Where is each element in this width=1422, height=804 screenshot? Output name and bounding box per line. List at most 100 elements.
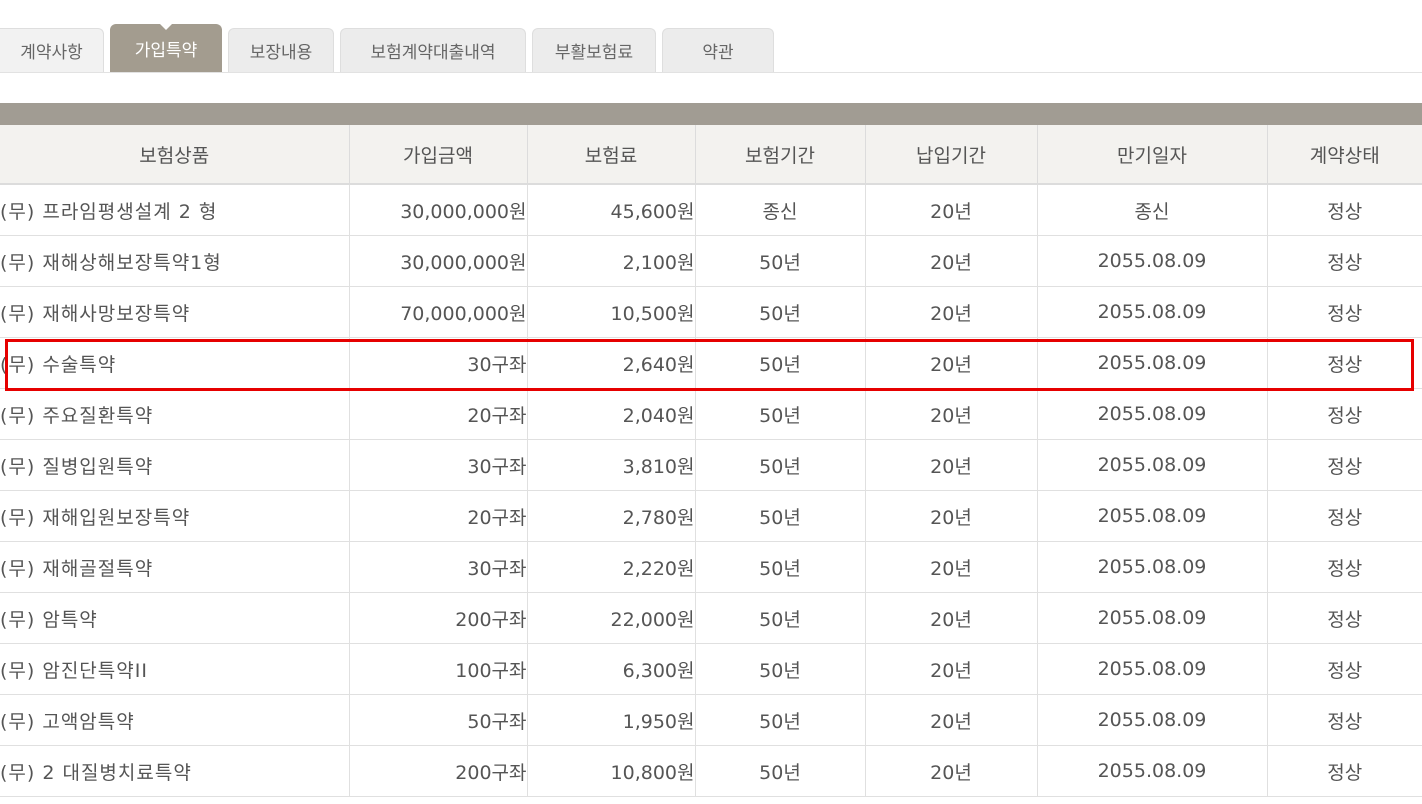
cell-maturity-date: 2055.08.09 <box>1036 286 1267 338</box>
cell-premium: 10,800원 <box>526 745 695 797</box>
table-title-bar <box>0 103 1422 125</box>
cell-amount: 30,000,000원 <box>348 184 527 236</box>
cell-amount: 20구좌 <box>348 388 527 440</box>
cell-payment-period: 20년 <box>864 439 1037 491</box>
cell-premium: 2,780원 <box>526 490 695 542</box>
cell-premium: 22,000원 <box>526 592 695 644</box>
cell-product: (무) 재해입원보장특약 <box>0 490 349 542</box>
cell-maturity-date: 2055.08.09 <box>1036 490 1267 542</box>
cell-contract-status: 정상 <box>1266 592 1422 644</box>
active-tab-notch <box>160 24 172 30</box>
cell-product: (무) 고액암특약 <box>0 694 349 746</box>
cell-premium: 2,640원 <box>526 337 695 389</box>
cell-payment-period: 20년 <box>864 388 1037 440</box>
header-maturity-date: 만기일자 <box>1036 125 1267 185</box>
table-row: (무) 질병입원특약 30구좌 3,810원 50년 20년 2055.08.09 정상 <box>0 439 1422 491</box>
cell-contract-status: 정상 <box>1266 643 1422 695</box>
cell-payment-period: 20년 <box>864 592 1037 644</box>
cell-payment-period: 20년 <box>864 184 1037 236</box>
table-row: (무) 고액암특약 50구좌 1,950원 50년 20년 2055.08.09 정상 <box>0 694 1422 746</box>
tab-coverage[interactable]: 보장내용 <box>228 28 334 72</box>
cell-premium: 45,600원 <box>526 184 695 236</box>
cell-maturity-date: 2055.08.09 <box>1036 643 1267 695</box>
tab-policy-loan-history[interactable]: 보험계약대출내역 <box>340 28 526 72</box>
cell-contract-status: 정상 <box>1266 184 1422 236</box>
cell-payment-period: 20년 <box>864 541 1037 593</box>
cell-insurance-period: 50년 <box>694 388 865 440</box>
cell-contract-status: 정상 <box>1266 337 1422 389</box>
table-row: (무) 재해골절특약 30구좌 2,220원 50년 20년 2055.08.09 정상 <box>0 541 1422 593</box>
cell-maturity-date: 2055.08.09 <box>1036 439 1267 491</box>
cell-contract-status: 정상 <box>1266 286 1422 338</box>
cell-amount: 30구좌 <box>348 337 527 389</box>
table-row: (무) 암진단특약II 100구좌 6,300원 50년 20년 2055.08.09 정상 <box>0 643 1422 695</box>
cell-premium: 10,500원 <box>526 286 695 338</box>
cell-contract-status: 정상 <box>1266 694 1422 746</box>
table-row: (무) 재해입원보장특약 20구좌 2,780원 50년 20년 2055.08.09 정상 <box>0 490 1422 542</box>
table-row: (무) 주요질환특약 20구좌 2,040원 50년 20년 2055.08.09 정상 <box>0 388 1422 440</box>
cell-product: (무) 질병입원특약 <box>0 439 349 491</box>
tab-contract-details[interactable]: 계약사항 <box>0 28 104 72</box>
table-row: (무) 프라임평생설계 2 형 30,000,000원 45,600원 종신 20년 종신… <box>0 184 1422 236</box>
tab-terms[interactable]: 약관 <box>662 28 774 72</box>
cell-maturity-date: 2055.08.09 <box>1036 337 1267 389</box>
header-product: 보험상품 <box>0 125 349 185</box>
cell-payment-period: 20년 <box>864 337 1037 389</box>
tab-reinstatement-premium[interactable]: 부활보험료 <box>532 28 656 72</box>
cell-product: (무) 프라임평생설계 2 형 <box>0 184 349 236</box>
cell-product: (무) 수술특약 <box>0 337 349 389</box>
table-header-row: 보험상품 가입금액 보험료 보험기간 납입기간 만기일자 계약상태 <box>0 125 1422 185</box>
header-insurance-period: 보험기간 <box>694 125 865 185</box>
cell-amount: 30,000,000원 <box>348 235 527 287</box>
table-row-highlighted: (무) 수술특약 30구좌 2,640원 50년 20년 2055.08.09 정상 <box>0 337 1422 389</box>
cell-insurance-period: 50년 <box>694 745 865 797</box>
cell-premium: 2,220원 <box>526 541 695 593</box>
cell-premium: 3,810원 <box>526 439 695 491</box>
cell-payment-period: 20년 <box>864 643 1037 695</box>
cell-payment-period: 20년 <box>864 694 1037 746</box>
cell-premium: 2,100원 <box>526 235 695 287</box>
cell-insurance-period: 50년 <box>694 439 865 491</box>
cell-insurance-period: 50년 <box>694 337 865 389</box>
cell-premium: 1,950원 <box>526 694 695 746</box>
header-amount: 가입금액 <box>348 125 527 185</box>
header-premium: 보험료 <box>526 125 695 185</box>
cell-maturity-date: 2055.08.09 <box>1036 694 1267 746</box>
cell-insurance-period: 종신 <box>694 184 865 236</box>
cell-insurance-period: 50년 <box>694 490 865 542</box>
cell-product: (무) 재해사망보장특약 <box>0 286 349 338</box>
table-row: (무) 재해상해보장특약1형 30,000,000원 2,100원 50년 20년 205… <box>0 235 1422 287</box>
cell-premium: 6,300원 <box>526 643 695 695</box>
cell-product: (무) 재해골절특약 <box>0 541 349 593</box>
table-row: (무) 재해사망보장특약 70,000,000원 10,500원 50년 20년 2055… <box>0 286 1422 338</box>
table-row: (무) 2 대질병치료특약 200구좌 10,800원 50년 20년 2055.08.0… <box>0 745 1422 797</box>
cell-maturity-date: 종신 <box>1036 184 1267 236</box>
cell-amount: 20구좌 <box>348 490 527 542</box>
table-row: (무) 암특약 200구좌 22,000원 50년 20년 2055.08.09 정상 <box>0 592 1422 644</box>
cell-payment-period: 20년 <box>864 235 1037 287</box>
cell-maturity-date: 2055.08.09 <box>1036 235 1267 287</box>
cell-contract-status: 정상 <box>1266 745 1422 797</box>
cell-insurance-period: 50년 <box>694 235 865 287</box>
cell-maturity-date: 2055.08.09 <box>1036 745 1267 797</box>
cell-amount: 100구좌 <box>348 643 527 695</box>
tab-bar: 계약사항 가입특약 보장내용 보험계약대출내역 부활보험료 약관 <box>0 24 1422 73</box>
header-contract-status: 계약상태 <box>1266 125 1422 185</box>
cell-amount: 70,000,000원 <box>348 286 527 338</box>
cell-product: (무) 암특약 <box>0 592 349 644</box>
cell-contract-status: 정상 <box>1266 235 1422 287</box>
cell-insurance-period: 50년 <box>694 694 865 746</box>
cell-product: (무) 2 대질병치료특약 <box>0 745 349 797</box>
cell-maturity-date: 2055.08.09 <box>1036 388 1267 440</box>
cell-contract-status: 정상 <box>1266 388 1422 440</box>
tab-riders[interactable]: 가입특약 <box>110 24 222 72</box>
cell-product: (무) 재해상해보장특약1형 <box>0 235 349 287</box>
cell-premium: 2,040원 <box>526 388 695 440</box>
cell-payment-period: 20년 <box>864 490 1037 542</box>
cell-maturity-date: 2055.08.09 <box>1036 541 1267 593</box>
riders-table: 보험상품 가입금액 보험료 보험기간 납입기간 만기일자 계약상태 (무) 프라… <box>0 125 1422 797</box>
cell-insurance-period: 50년 <box>694 592 865 644</box>
cell-product: (무) 주요질환특약 <box>0 388 349 440</box>
cell-maturity-date: 2055.08.09 <box>1036 592 1267 644</box>
cell-payment-period: 20년 <box>864 745 1037 797</box>
